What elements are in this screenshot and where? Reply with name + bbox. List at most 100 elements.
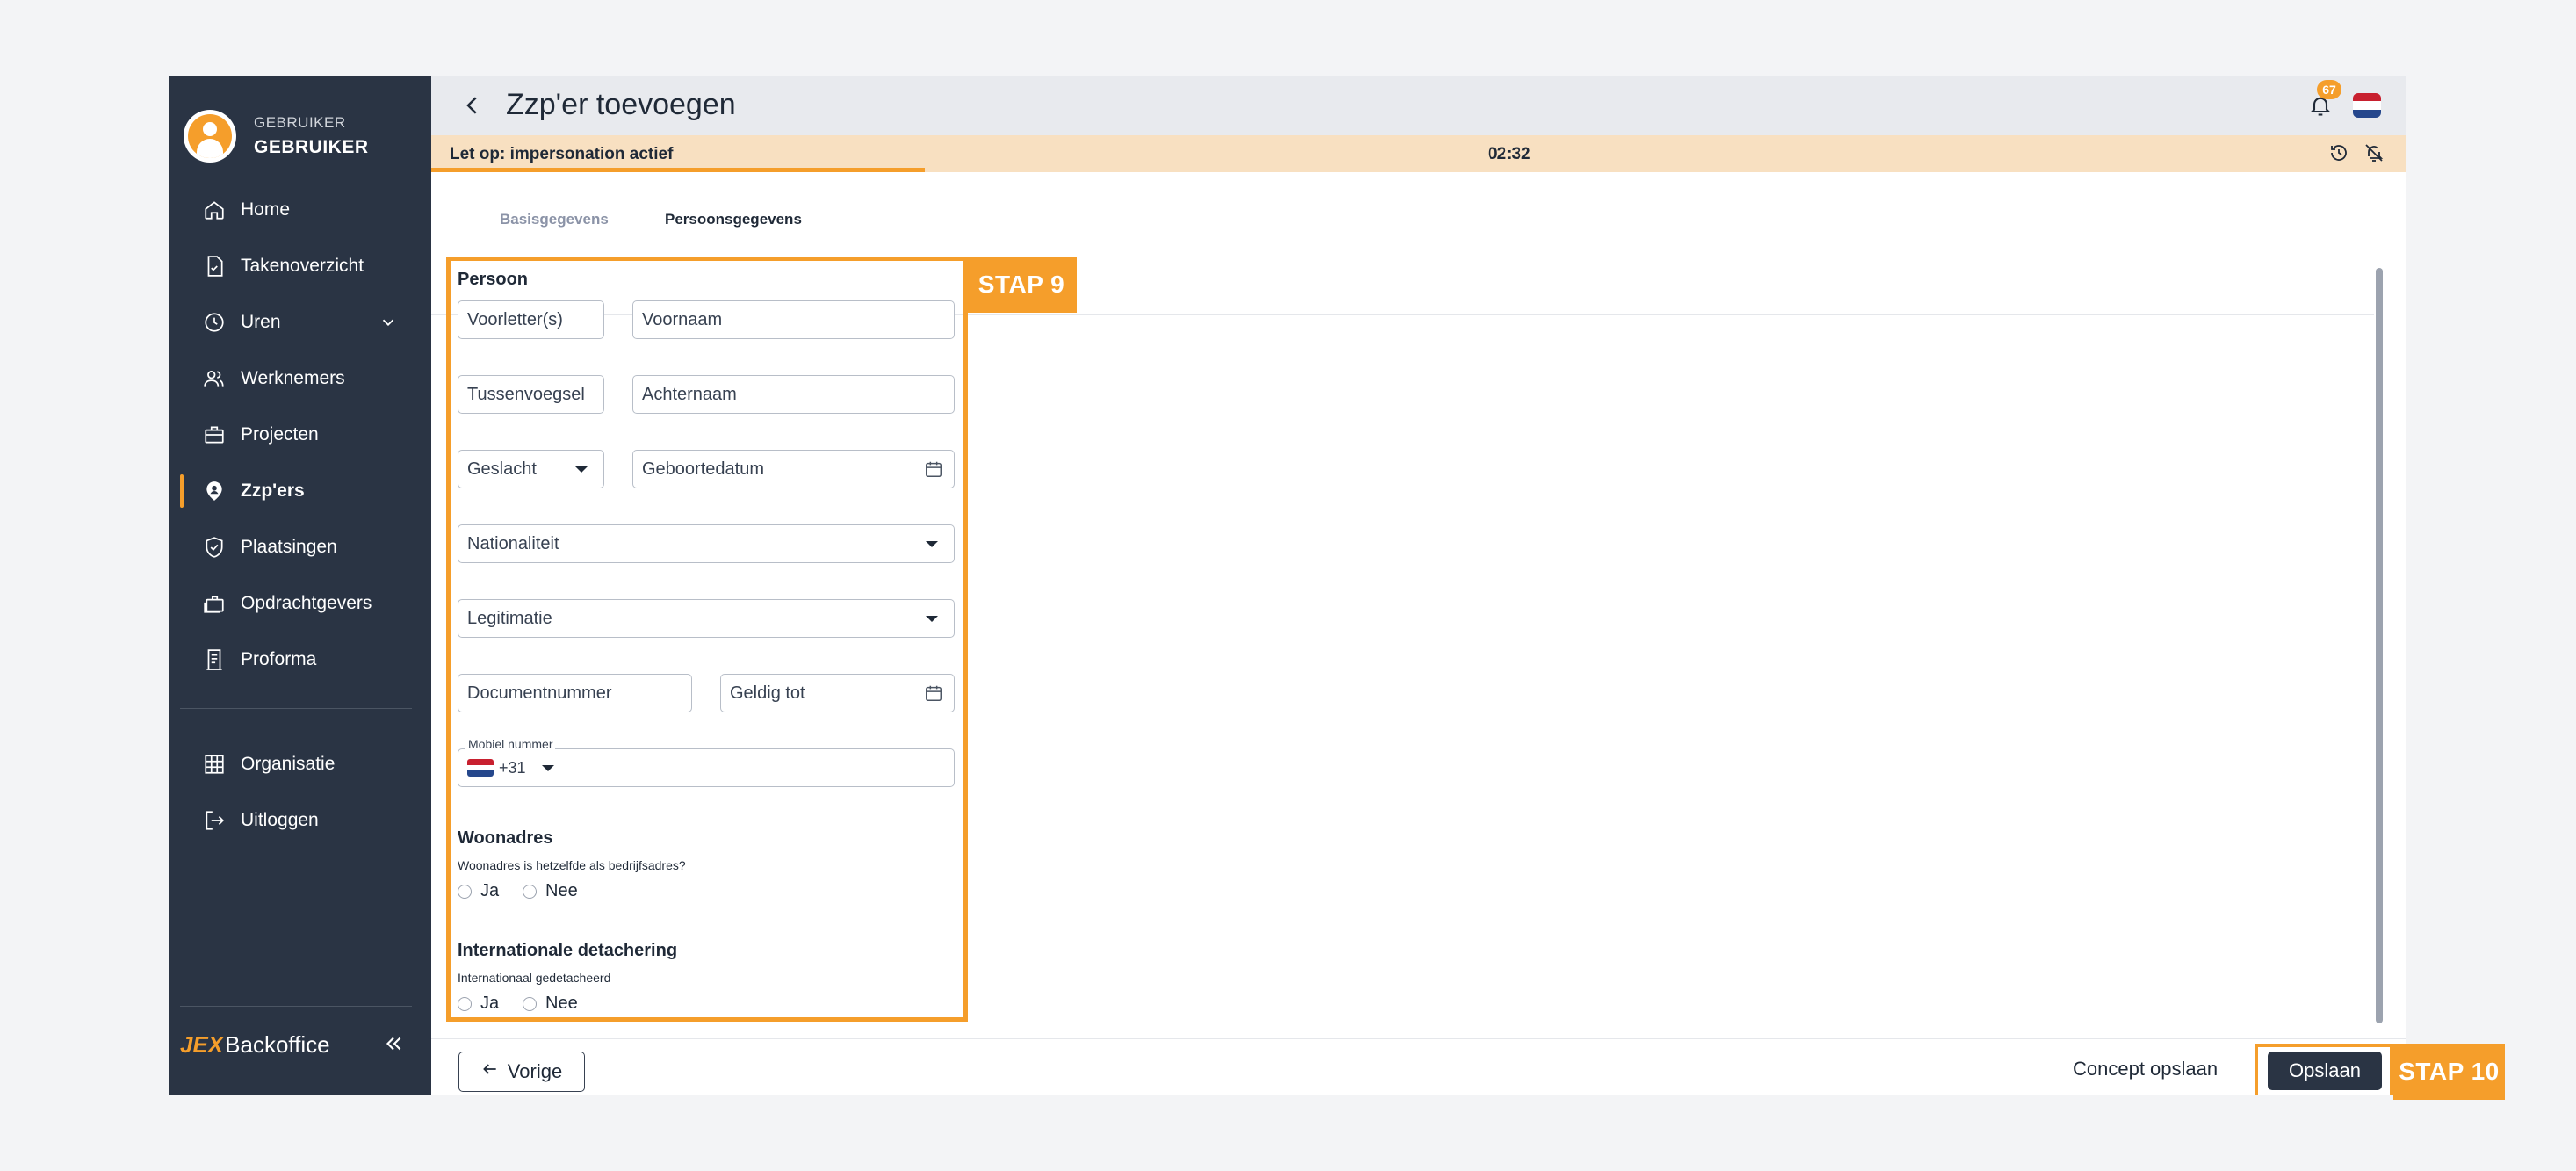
- detachering-question: Internationaal gedetacheerd: [458, 971, 611, 985]
- avatar: [184, 110, 236, 163]
- radio-woonadres-nee[interactable]: Nee: [523, 881, 578, 901]
- sidebar-item-opdrachtgevers[interactable]: Opdrachtgevers: [169, 582, 431, 625]
- impersonation-text: Let op: impersonation actief: [450, 145, 674, 163]
- sidebar-item-label: Werknemers: [241, 368, 345, 388]
- stap-9-annotation: STAP 9: [966, 257, 1077, 313]
- sidebar-item-label: Uitloggen: [241, 810, 319, 830]
- receipt-icon: [202, 647, 227, 672]
- radio-label: Ja: [480, 994, 500, 1013]
- user-name: GEBRUIKER: [254, 137, 369, 157]
- geslacht-select[interactable]: Geslacht: [458, 450, 604, 488]
- country-select[interactable]: +31: [467, 759, 554, 777]
- brand-prefix: JEX: [180, 1031, 224, 1058]
- vorige-button[interactable]: Vorige: [458, 1052, 585, 1092]
- documentnummer-placeholder: Documentnummer: [467, 683, 612, 703]
- voorletters-field[interactable]: Voorletter(s): [458, 300, 604, 339]
- radio-label: Nee: [545, 994, 578, 1013]
- impersonation-banner: Let op: impersonation actief 02:32: [431, 135, 2406, 172]
- calendar-icon[interactable]: [924, 459, 943, 484]
- bell-off-icon[interactable]: [2363, 142, 2385, 168]
- radio-woonadres-ja[interactable]: Ja: [458, 881, 499, 901]
- sidebar-item-zzpers[interactable]: Zzp'ers: [169, 469, 431, 513]
- mobiel-nummer-label: Mobiel nummer: [465, 737, 556, 751]
- legitimatie-value: Legitimatie: [467, 608, 552, 628]
- legitimatie-select[interactable]: Legitimatie: [458, 599, 955, 638]
- radio-circle: [458, 996, 472, 1011]
- section-title-detachering: Internationale detachering: [458, 941, 678, 960]
- arrow-left-icon: [481, 1060, 499, 1083]
- sidebar-item-proforma[interactable]: Proforma: [169, 638, 431, 682]
- radio-circle: [458, 884, 472, 899]
- brand-logo: JEX Backoffice: [180, 1031, 330, 1059]
- geboortedatum-field[interactable]: Geboortedatum: [632, 450, 955, 488]
- opslaan-button[interactable]: Opslaan: [2268, 1052, 2382, 1090]
- sidebar-divider: [180, 1006, 412, 1007]
- history-icon[interactable]: [2328, 142, 2349, 168]
- sidebar-item-uitloggen[interactable]: Uitloggen: [169, 799, 431, 842]
- documentnummer-field[interactable]: Documentnummer: [458, 674, 692, 712]
- tab-persoonsgegevens[interactable]: Persoonsgegevens: [665, 211, 802, 228]
- country-code: +31: [499, 758, 526, 777]
- impersonation-timer: 02:32: [1488, 145, 1531, 163]
- radio-label: Ja: [480, 881, 500, 900]
- section-title-persoon: Persoon: [458, 270, 529, 289]
- dropdown-caret-icon: [541, 764, 554, 771]
- flag-nl-icon: [467, 759, 494, 777]
- footer-divider: [431, 1038, 2406, 1039]
- shield-check-icon: [202, 535, 227, 560]
- task-icon: [202, 254, 227, 278]
- mobiel-nummer-field[interactable]: Mobiel nummer +31: [458, 737, 955, 787]
- sidebar-item-label: Zzp'ers: [241, 481, 305, 501]
- portfolio-icon: [202, 591, 227, 616]
- notification-badge: 67: [2317, 80, 2341, 99]
- radio-detachering-ja[interactable]: Ja: [458, 994, 499, 1014]
- brand-name: Backoffice: [225, 1031, 330, 1058]
- geboortedatum-placeholder: Geboortedatum: [642, 459, 764, 479]
- sidebar-item-label: Opdrachtgevers: [241, 593, 372, 613]
- voorletters-placeholder: Voorletter(s): [467, 309, 563, 329]
- sidebar-item-label: Uren: [241, 312, 281, 332]
- radio-detachering-nee[interactable]: Nee: [523, 994, 578, 1014]
- tab-basisgegevens[interactable]: Basisgegevens: [500, 211, 609, 228]
- scrollbar[interactable]: [2376, 268, 2383, 1023]
- sidebar-item-label: Takenoverzicht: [241, 256, 364, 276]
- sidebar-item-label: Organisatie: [241, 754, 336, 774]
- sidebar-item-takenoverzicht[interactable]: Takenoverzicht: [169, 244, 431, 288]
- sidebar-item-organisatie[interactable]: Organisatie: [169, 742, 431, 786]
- user-profile[interactable]: GEBRUIKER GEBRUIKER: [184, 110, 369, 163]
- sidebar-item-werknemers[interactable]: Werknemers: [169, 357, 431, 401]
- sidebar-item-label: Projecten: [241, 424, 319, 445]
- back-arrow-icon[interactable]: [459, 92, 486, 123]
- person-pin-icon: [202, 479, 227, 503]
- concept-opslaan-button[interactable]: Concept opslaan: [2073, 1058, 2218, 1081]
- dropdown-caret-icon: [575, 466, 588, 473]
- flag-nl-icon[interactable]: [2353, 93, 2381, 118]
- tussenvoegsel-field[interactable]: Tussenvoegsel: [458, 375, 604, 414]
- page-header: Zzp'er toevoegen 67: [431, 76, 2406, 135]
- user-role: GEBRUIKER: [254, 114, 346, 131]
- briefcase-icon: [202, 423, 227, 447]
- sidebar-item-projecten[interactable]: Projecten: [169, 413, 431, 457]
- sidebar-item-home[interactable]: Home: [169, 188, 431, 232]
- building-icon: [202, 752, 227, 777]
- sidebar: GEBRUIKER GEBRUIKER Home Takenoverzicht …: [169, 76, 431, 1095]
- section-title-woonadres: Woonadres: [458, 828, 553, 848]
- clock-icon: [202, 310, 227, 335]
- app-window: GEBRUIKER GEBRUIKER Home Takenoverzicht …: [169, 76, 2406, 1095]
- page-title: Zzp'er toevoegen: [506, 88, 736, 121]
- tussenvoegsel-placeholder: Tussenvoegsel: [467, 384, 585, 404]
- geldig-tot-field[interactable]: Geldig tot: [720, 674, 955, 712]
- achternaam-placeholder: Achternaam: [642, 384, 737, 404]
- sidebar-item-label: Plaatsingen: [241, 537, 337, 557]
- voornaam-field[interactable]: Voornaam: [632, 300, 955, 339]
- dropdown-caret-icon: [926, 541, 938, 547]
- sidebar-item-plaatsingen[interactable]: Plaatsingen: [169, 525, 431, 569]
- calendar-icon[interactable]: [924, 683, 943, 708]
- collapse-sidebar-icon[interactable]: [382, 1032, 405, 1059]
- logout-icon: [202, 808, 227, 833]
- sidebar-item-uren[interactable]: Uren: [169, 300, 431, 344]
- nationaliteit-select[interactable]: Nationaliteit: [458, 524, 955, 563]
- achternaam-field[interactable]: Achternaam: [632, 375, 955, 414]
- woonadres-question: Woonadres is hetzelfde als bedrijfsadres…: [458, 858, 686, 872]
- chevron-down-icon[interactable]: [379, 313, 398, 337]
